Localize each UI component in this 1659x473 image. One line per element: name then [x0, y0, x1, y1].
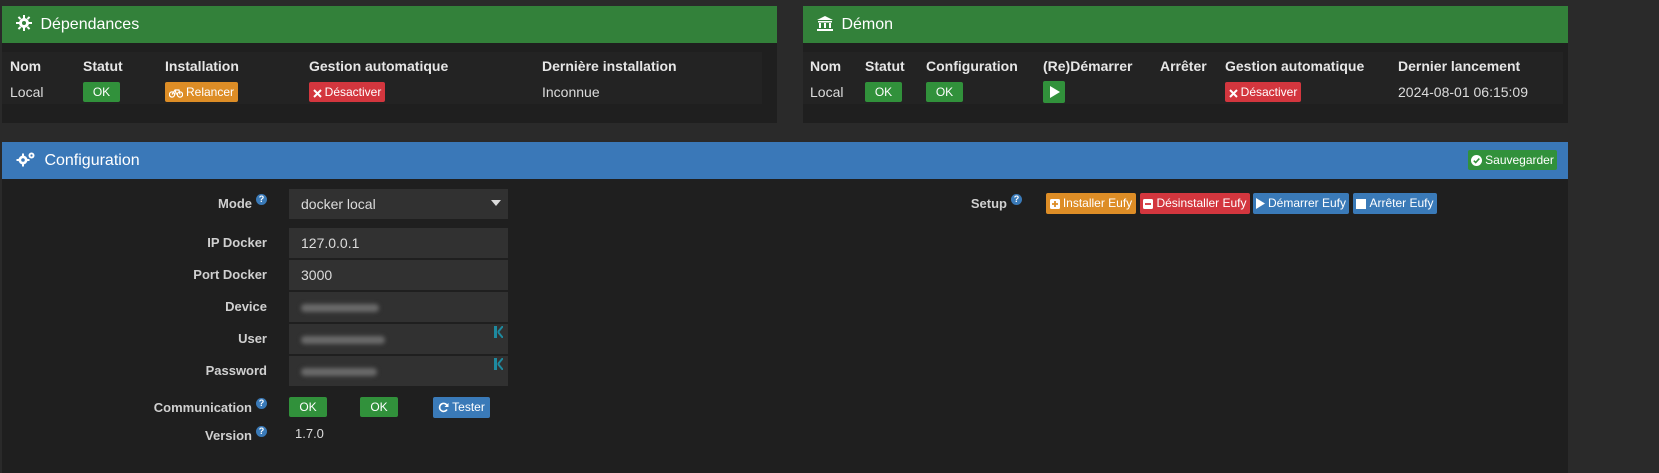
- help-icon[interactable]: ?: [1011, 194, 1022, 205]
- col-gestion-auto: Gestion automatique: [309, 58, 449, 74]
- ip-docker-value: 127.0.0.1: [301, 235, 360, 251]
- configuration-title: Configuration: [44, 152, 140, 169]
- col-nom: Nom: [810, 58, 842, 74]
- setup-label: Setup?: [971, 194, 1022, 211]
- password-value-blurred: [301, 368, 377, 377]
- plus-square-icon: [1049, 199, 1060, 209]
- bicycle-icon: [168, 89, 184, 98]
- start-eufy-label: Démarrer Eufy: [1267, 196, 1347, 210]
- device-value-blurred: [301, 304, 379, 313]
- daemon-last-launch: 2024-08-01 06:15:09: [1398, 84, 1528, 100]
- col-redemarrer: (Re)Démarrer: [1043, 58, 1133, 74]
- refresh-icon: [439, 402, 449, 413]
- col-configuration: Configuration: [926, 58, 1018, 74]
- col-gestion-auto: Gestion automatique: [1225, 58, 1365, 74]
- col-statut: Statut: [83, 58, 123, 74]
- user-input[interactable]: [289, 324, 508, 354]
- dep-disable-auto-button[interactable]: Désactiver: [309, 82, 385, 102]
- dependencies-table: Nom Statut Installation Gestion automati…: [2, 52, 762, 104]
- configuration-header: Configuration Sauvegarder: [2, 142, 1568, 179]
- save-label: Sauvegarder: [1485, 153, 1554, 167]
- help-icon[interactable]: ?: [256, 426, 267, 437]
- mode-value: docker local: [301, 196, 376, 212]
- daemon-disable-auto-button[interactable]: Désactiver: [1225, 82, 1301, 102]
- dependencies-title: Dépendances: [40, 16, 140, 33]
- minus-square-icon: [1143, 199, 1154, 209]
- dependencies-panel: Dépendances Nom Statut Installation Gest…: [2, 6, 777, 123]
- daemon-restart-button[interactable]: [1043, 81, 1065, 103]
- dep-last-install: Inconnue: [542, 84, 600, 100]
- check-circle-icon: [1471, 155, 1483, 166]
- port-docker-label: Port Docker: [193, 267, 267, 282]
- test-button[interactable]: Tester: [433, 397, 490, 418]
- save-button[interactable]: Sauvegarder: [1468, 150, 1557, 170]
- daemon-status-badge: OK: [865, 82, 902, 102]
- play-icon: [1049, 86, 1060, 98]
- device-input[interactable]: [289, 292, 508, 322]
- configuration-panel: Configuration Sauvegarder Mode? docker l…: [2, 142, 1568, 473]
- gear-icon: [16, 15, 32, 31]
- communication-label: Communication?: [154, 398, 267, 415]
- play-icon: [1255, 198, 1265, 209]
- start-eufy-button[interactable]: Démarrer Eufy: [1253, 193, 1349, 214]
- user-label: User: [238, 331, 267, 346]
- relaunch-label: Relancer: [185, 85, 235, 99]
- col-statut: Statut: [865, 58, 905, 74]
- mode-select[interactable]: docker local: [289, 189, 508, 219]
- col-installation: Installation: [165, 58, 239, 74]
- daemon-header: Démon: [803, 6, 1568, 43]
- daemon-title: Démon: [841, 16, 894, 33]
- daemon-panel: Démon Nom Statut Configuration (Re)Démar…: [803, 6, 1568, 123]
- password-manager-icon[interactable]: [494, 326, 503, 338]
- col-nom: Nom: [10, 58, 42, 74]
- col-arreter: Arrêter: [1160, 58, 1207, 74]
- help-icon[interactable]: ?: [256, 194, 267, 205]
- daemon-config-badge: OK: [926, 82, 963, 102]
- device-label: Device: [225, 299, 267, 314]
- password-manager-icon[interactable]: [494, 358, 503, 370]
- stop-icon: [1356, 199, 1367, 209]
- stop-eufy-button[interactable]: Arrêter Eufy: [1353, 193, 1437, 214]
- ip-docker-label: IP Docker: [207, 235, 267, 250]
- dep-status-badge: OK: [83, 82, 120, 102]
- close-icon: [312, 89, 322, 98]
- daemon-name: Local: [810, 84, 844, 100]
- col-dernier-lancement: Dernier lancement: [1398, 58, 1521, 74]
- dependencies-header: Dépendances: [2, 6, 777, 43]
- caret-down-icon: [491, 200, 501, 206]
- bank-icon: [817, 16, 833, 31]
- uninstall-eufy-button[interactable]: Désinstaller Eufy: [1140, 193, 1250, 214]
- user-value-blurred: [301, 336, 385, 345]
- version-label: Version?: [205, 426, 267, 443]
- daemon-table: Nom Statut Configuration (Re)Démarrer Ar…: [803, 52, 1563, 104]
- daemon-disable-label: Désactiver: [1240, 85, 1298, 99]
- ip-docker-input[interactable]: 127.0.0.1: [289, 228, 508, 258]
- port-docker-value: 3000: [301, 267, 333, 283]
- mode-label: Mode?: [218, 194, 267, 211]
- install-eufy-label: Installer Eufy: [1062, 196, 1133, 210]
- relaunch-button[interactable]: Relancer: [165, 82, 238, 102]
- comm-status-badge-1: OK: [289, 397, 327, 417]
- dep-disable-label: Désactiver: [324, 85, 382, 99]
- dep-name: Local: [10, 84, 44, 100]
- password-label: Password: [205, 363, 267, 378]
- password-input[interactable]: [289, 356, 508, 386]
- col-derniere-install: Dernière installation: [542, 58, 677, 74]
- help-icon[interactable]: ?: [256, 398, 267, 409]
- version-value: 1.7.0: [295, 426, 324, 441]
- close-icon: [1228, 89, 1238, 98]
- stop-eufy-label: Arrêter Eufy: [1369, 196, 1434, 210]
- port-docker-input[interactable]: 3000: [289, 260, 508, 290]
- uninstall-eufy-label: Désinstaller Eufy: [1156, 196, 1247, 210]
- comm-status-badge-2: OK: [360, 397, 398, 417]
- test-label: Tester: [452, 400, 485, 414]
- install-eufy-button[interactable]: Installer Eufy: [1046, 193, 1136, 214]
- gears-icon: [16, 152, 35, 167]
